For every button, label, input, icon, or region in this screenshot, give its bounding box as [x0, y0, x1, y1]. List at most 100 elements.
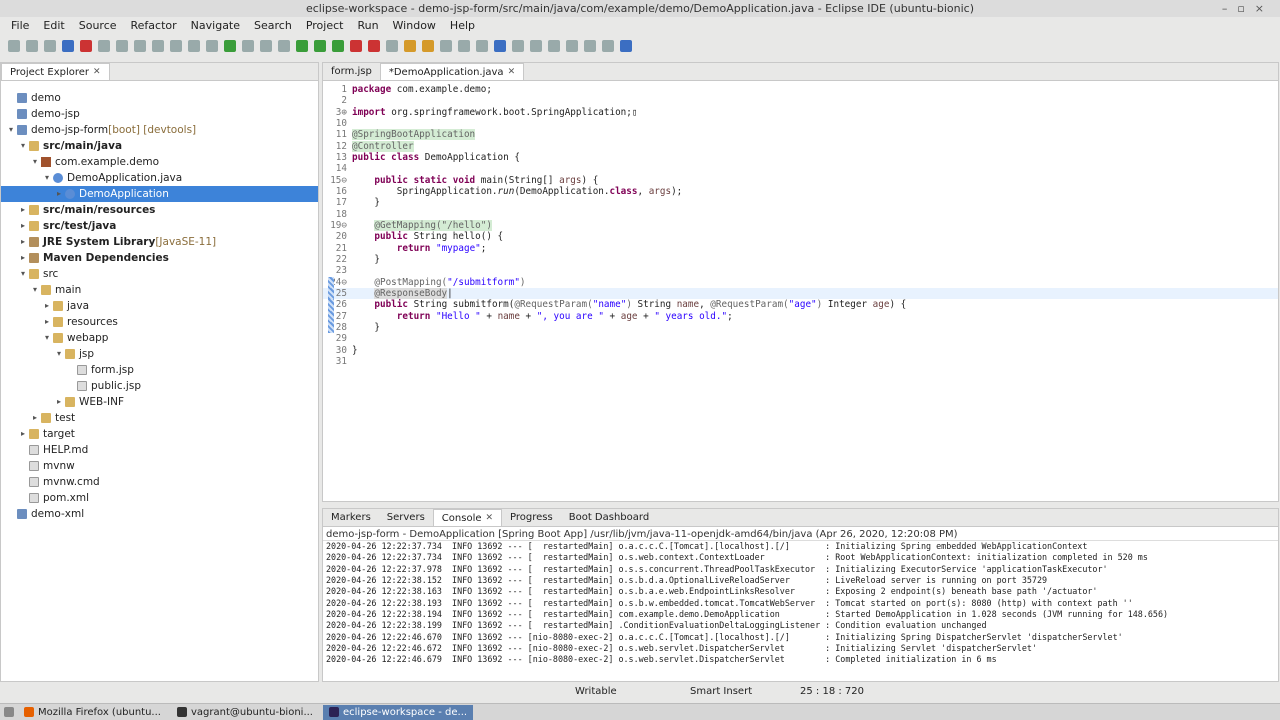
toolbar-button-icon[interactable] — [602, 40, 614, 52]
chevron-down-icon[interactable]: ▾ — [17, 138, 29, 154]
tree-item[interactable]: ▸ JRE System Library [JavaSE-11] — [1, 234, 318, 250]
toolbar-button-icon[interactable] — [170, 40, 182, 52]
chevron-right-icon[interactable]: ▸ — [41, 298, 53, 314]
tree-item[interactable]: ▾ jsp — [1, 346, 318, 362]
tree-item[interactable]: ▸ target — [1, 426, 318, 442]
close-icon[interactable]: ✕ — [508, 66, 516, 79]
chevron-down-icon[interactable]: ▾ — [29, 154, 41, 170]
toolbar-button-icon[interactable] — [116, 40, 128, 52]
tree-item[interactable]: ▾ src — [1, 266, 318, 282]
menu-search[interactable]: Search — [247, 17, 299, 34]
toolbar-button-icon[interactable] — [476, 40, 488, 52]
editor-tab[interactable]: *DemoApplication.java ✕ — [379, 63, 525, 80]
tree-item[interactable]: ▸ DemoApplication — [1, 186, 318, 202]
toolbar-button-icon[interactable] — [62, 40, 74, 52]
tree-item[interactable]: ▾ src/main/java — [1, 138, 318, 154]
tab-console[interactable]: Console ✕ — [432, 509, 503, 526]
toolbar-button-icon[interactable] — [350, 40, 362, 52]
toolbar-button-icon[interactable] — [512, 40, 524, 52]
tree-item[interactable]: public.jsp — [1, 378, 318, 394]
show-desktop-icon[interactable] — [4, 707, 14, 717]
toolbar-button-icon[interactable] — [368, 40, 380, 52]
tree-item[interactable]: ▸ src/main/resources — [1, 202, 318, 218]
toolbar-button-icon[interactable] — [260, 40, 272, 52]
toolbar-button-icon[interactable] — [548, 40, 560, 52]
toolbar-button-icon[interactable] — [404, 40, 416, 52]
taskbar-item[interactable]: Mozilla Firefox (ubuntu... — [18, 705, 167, 720]
toolbar-button-icon[interactable] — [314, 40, 326, 52]
menu-edit[interactable]: Edit — [36, 17, 71, 34]
tree-item[interactable]: HELP.md — [1, 442, 318, 458]
menu-run[interactable]: Run — [350, 17, 385, 34]
tab-markers[interactable]: Markers — [323, 509, 379, 526]
editor-tab[interactable]: form.jsp — [323, 63, 380, 80]
tree-item[interactable]: ▾ main — [1, 282, 318, 298]
chevron-right-icon[interactable]: ▸ — [29, 410, 41, 426]
tree-item[interactable]: pom.xml — [1, 490, 318, 506]
window-controls[interactable]: –▫× — [1222, 0, 1274, 17]
tree-item[interactable]: ▸ test — [1, 410, 318, 426]
tree-item[interactable]: ▾ com.example.demo — [1, 154, 318, 170]
toolbar-button-icon[interactable] — [26, 40, 38, 52]
taskbar-item[interactable]: vagrant@ubuntu-bioni... — [171, 705, 319, 720]
tree-item[interactable]: ▸ src/test/java — [1, 218, 318, 234]
toolbar-button-icon[interactable] — [584, 40, 596, 52]
toolbar-button-icon[interactable] — [188, 40, 200, 52]
tree-item[interactable]: mvnw.cmd — [1, 474, 318, 490]
menu-project[interactable]: Project — [299, 17, 351, 34]
toolbar-button-icon[interactable] — [530, 40, 542, 52]
tree-item[interactable]: ▾ webapp — [1, 330, 318, 346]
chevron-down-icon[interactable]: ▾ — [17, 266, 29, 282]
toolbar-button-icon[interactable] — [386, 40, 398, 52]
close-icon[interactable]: ✕ — [486, 512, 494, 525]
toolbar-button-icon[interactable] — [80, 40, 92, 52]
tree-item[interactable]: ▾ DemoApplication.java — [1, 170, 318, 186]
toolbar-button-icon[interactable] — [332, 40, 344, 52]
tree-item[interactable]: ▸ Maven Dependencies — [1, 250, 318, 266]
tree-item[interactable]: demo-jsp — [1, 106, 318, 122]
toolbar-button-icon[interactable] — [494, 40, 506, 52]
code-area[interactable]: 1 package com.example.demo; 2 3⊕ import org.… — [323, 84, 1278, 501]
toolbar-button-icon[interactable] — [296, 40, 308, 52]
toolbar-button-icon[interactable] — [152, 40, 164, 52]
menu-window[interactable]: Window — [386, 17, 443, 34]
chevron-right-icon[interactable]: ▸ — [17, 426, 29, 442]
toolbar-button-icon[interactable] — [242, 40, 254, 52]
toolbar-button-icon[interactable] — [134, 40, 146, 52]
menu-file[interactable]: File — [4, 17, 36, 34]
chevron-down-icon[interactable]: ▾ — [41, 330, 53, 346]
toolbar-button-icon[interactable] — [620, 40, 632, 52]
menu-source[interactable]: Source — [72, 17, 124, 34]
toolbar-button-icon[interactable] — [98, 40, 110, 52]
tree-item[interactable]: demo — [1, 90, 318, 106]
toolbar-button-icon[interactable] — [422, 40, 434, 52]
close-icon[interactable]: ✕ — [93, 66, 101, 79]
chevron-down-icon[interactable]: ▾ — [41, 170, 53, 186]
tree-item[interactable]: ▸ java — [1, 298, 318, 314]
chevron-down-icon[interactable]: ▾ — [53, 346, 65, 362]
chevron-right-icon[interactable]: ▸ — [41, 314, 53, 330]
toolbar-button-icon[interactable] — [8, 40, 20, 52]
chevron-right-icon[interactable]: ▸ — [17, 218, 29, 234]
toolbar-button-icon[interactable] — [278, 40, 290, 52]
toolbar-button-icon[interactable] — [224, 40, 236, 52]
chevron-right-icon[interactable]: ▸ — [17, 234, 29, 250]
toolbar-button-icon[interactable] — [440, 40, 452, 52]
toolbar-button-icon[interactable] — [566, 40, 578, 52]
tab-project-explorer[interactable]: Project Explorer ✕ — [1, 63, 110, 80]
menu-refactor[interactable]: Refactor — [124, 17, 184, 34]
console-output[interactable]: 2020-04-26 12:22:37.734 INFO 13692 --- [… — [323, 541, 1278, 666]
toolbar-button-icon[interactable] — [458, 40, 470, 52]
tree-item[interactable]: ▾ demo-jsp-form [boot] [devtools] — [1, 122, 318, 138]
toolbar-button-icon[interactable] — [44, 40, 56, 52]
tab-servers[interactable]: Servers — [379, 509, 433, 526]
taskbar-item[interactable]: eclipse-workspace - de... — [323, 704, 474, 720]
chevron-down-icon[interactable]: ▾ — [5, 122, 17, 138]
chevron-right-icon[interactable]: ▸ — [17, 250, 29, 266]
chevron-down-icon[interactable]: ▾ — [29, 282, 41, 298]
tree-item[interactable]: ▸ WEB-INF — [1, 394, 318, 410]
menu-navigate[interactable]: Navigate — [184, 17, 247, 34]
tree-item[interactable]: mvnw — [1, 458, 318, 474]
toolbar-button-icon[interactable] — [206, 40, 218, 52]
chevron-right-icon[interactable]: ▸ — [53, 394, 65, 410]
